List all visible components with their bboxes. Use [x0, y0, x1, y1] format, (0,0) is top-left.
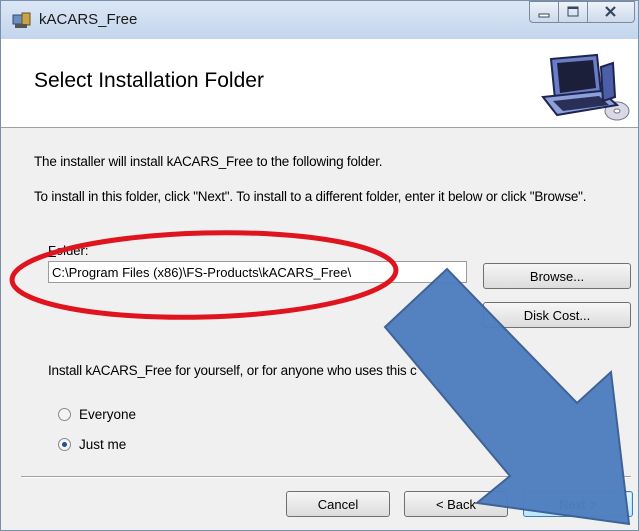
minimize-button[interactable] — [529, 1, 559, 23]
install-for-text: Install kACARS_Free for yourself, or for… — [48, 363, 417, 378]
next-button[interactable]: Next > — [523, 491, 633, 517]
wizard-header: Select Installation Folder — [1, 39, 638, 128]
folder-label: Folder: — [48, 243, 89, 258]
page-title: Select Installation Folder — [34, 69, 264, 92]
maximize-icon — [567, 6, 579, 17]
browse-button[interactable]: Browse... — [483, 263, 631, 289]
footer-divider — [21, 476, 631, 478]
intro-text: The installer will install kACARS_Free t… — [34, 154, 383, 169]
radio-button[interactable] — [58, 408, 71, 421]
folder-path-input[interactable] — [48, 261, 467, 283]
instructions-text: To install in this folder, click "Next".… — [34, 189, 587, 204]
radio-just-me[interactable]: Just me — [58, 437, 126, 452]
close-button[interactable] — [587, 1, 635, 23]
disk-cost-button[interactable]: Disk Cost... — [483, 302, 631, 328]
close-icon — [605, 6, 616, 17]
minimize-icon — [538, 13, 550, 18]
installer-window: kACARS_Free Select Installation Folder T… — [0, 0, 639, 531]
window-title: kACARS_Free — [39, 11, 138, 28]
radio-label: Just me — [79, 437, 127, 452]
computer-install-icon — [541, 53, 630, 121]
title-bar[interactable]: kACARS_Free — [1, 1, 638, 40]
installer-app-icon — [12, 12, 31, 28]
back-button[interactable]: < Back — [404, 491, 508, 517]
radio-button-selected[interactable] — [58, 438, 71, 451]
cancel-button[interactable]: Cancel — [286, 491, 390, 517]
radio-label: Everyone — [79, 407, 137, 422]
maximize-button[interactable] — [558, 1, 588, 23]
radio-everyone[interactable]: Everyone — [58, 407, 136, 422]
